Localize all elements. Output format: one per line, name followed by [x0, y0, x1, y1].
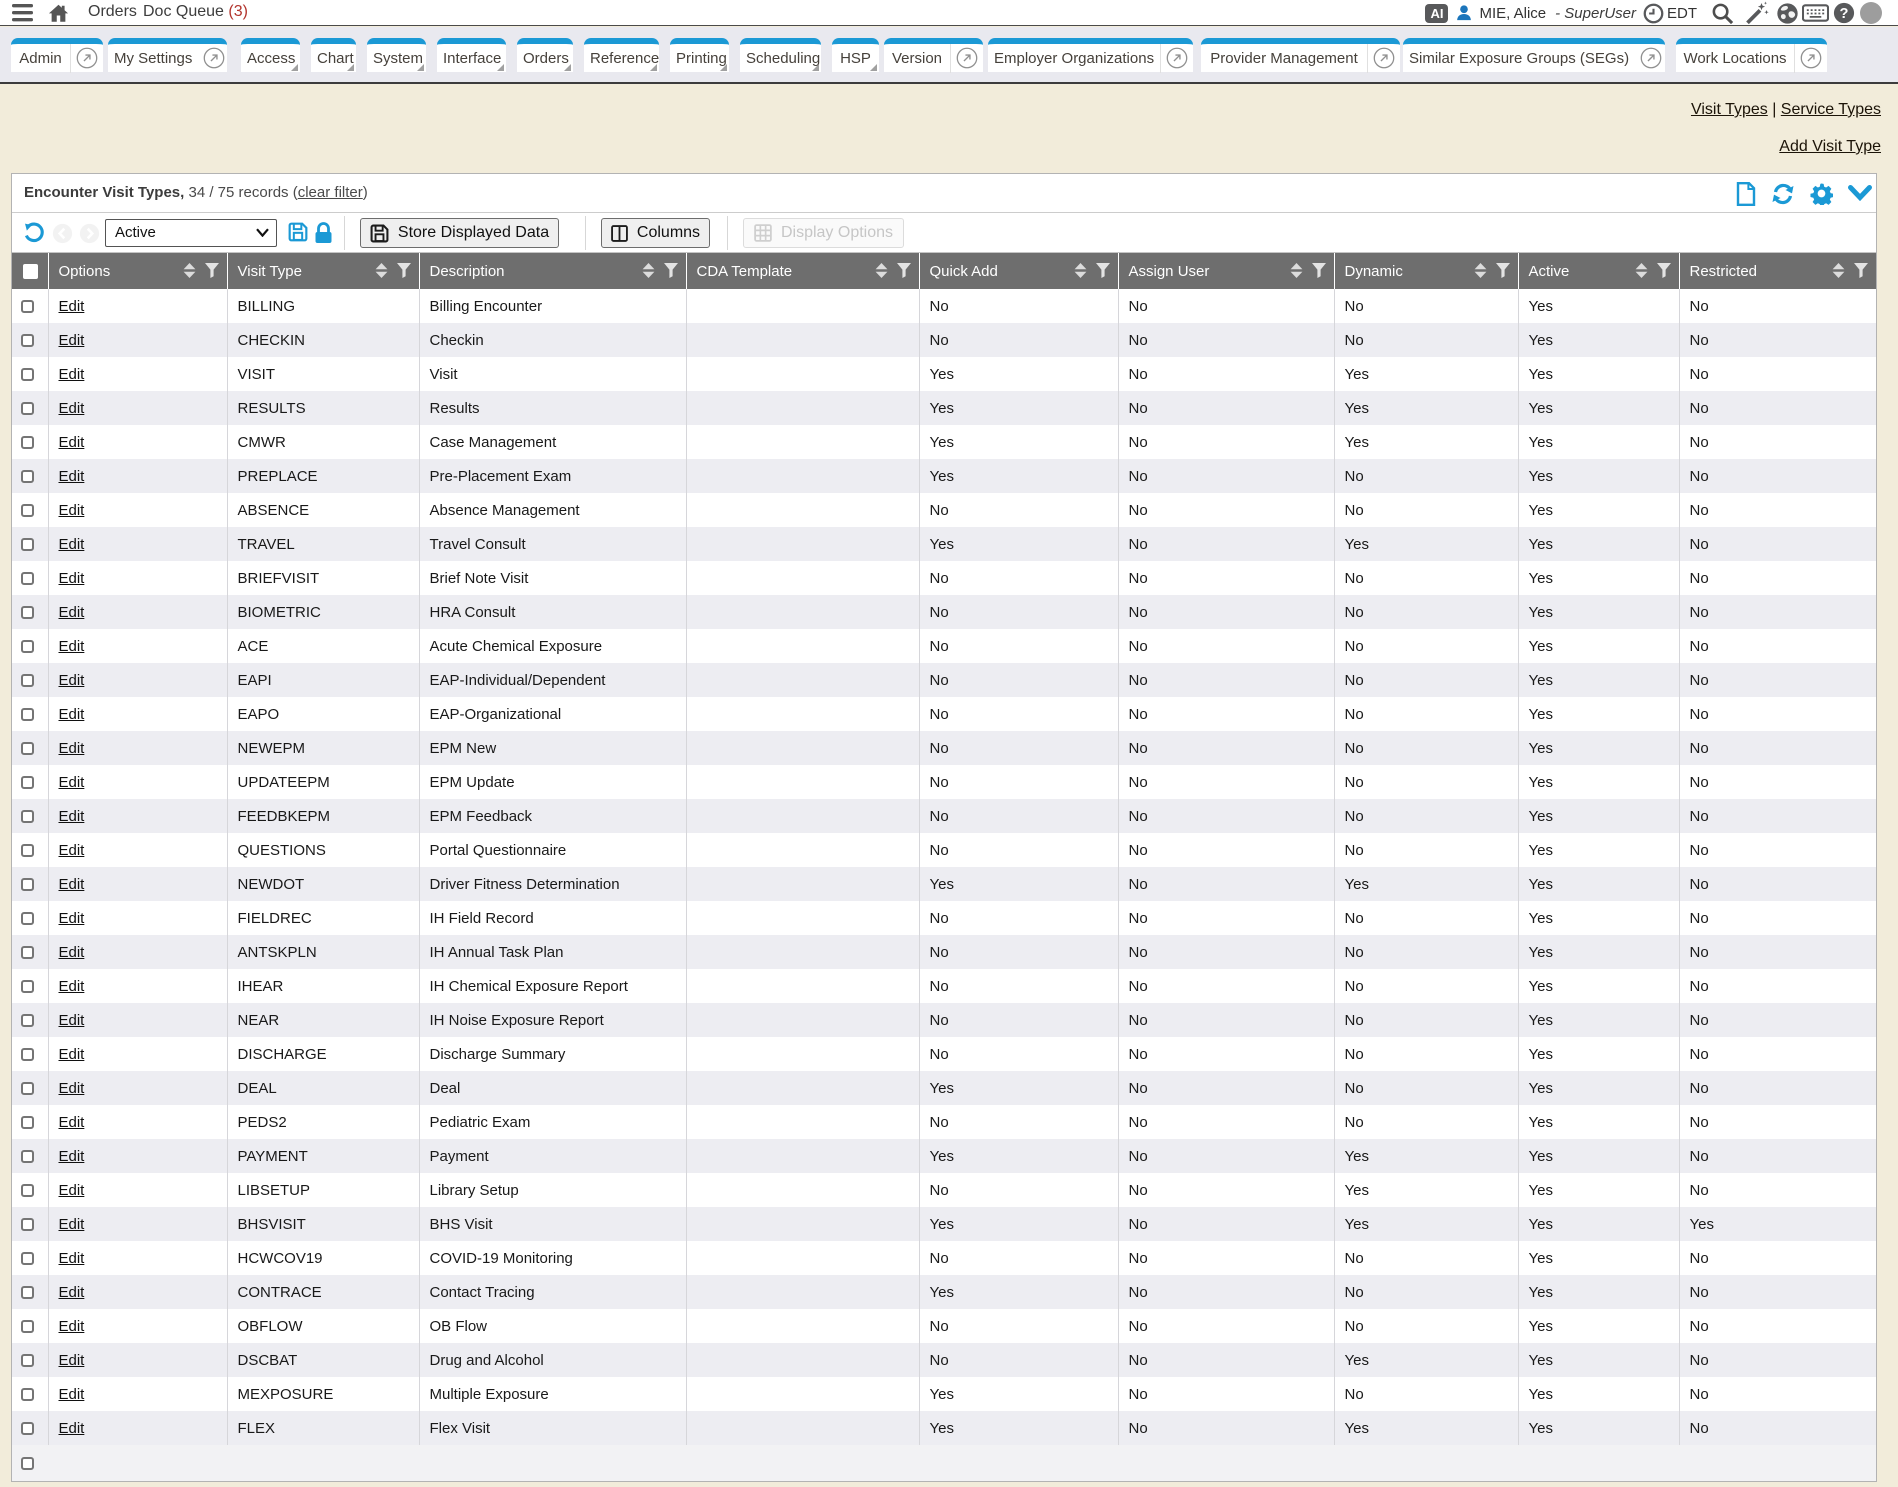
svg-text:?: ? [1840, 6, 1849, 22]
